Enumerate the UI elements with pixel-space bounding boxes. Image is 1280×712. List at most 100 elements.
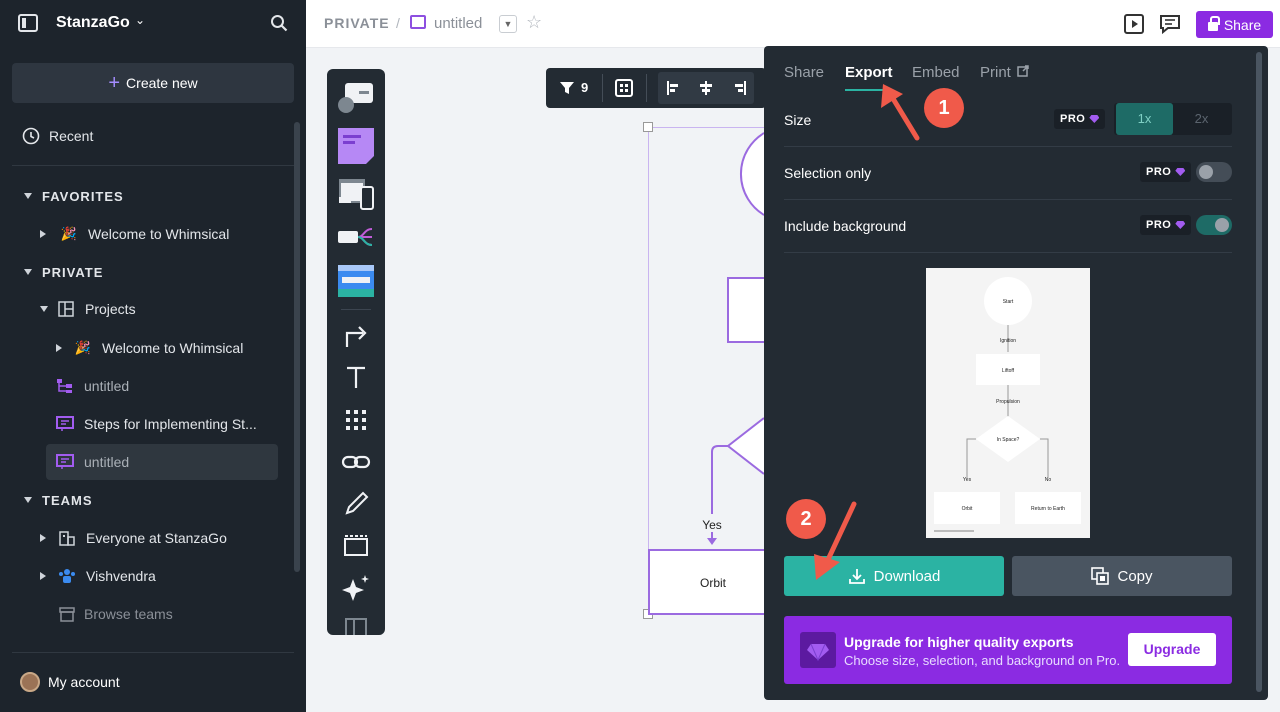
sidebar-item-everyone[interactable]: Everyone at StanzaGo [40, 526, 227, 550]
download-label: Download [873, 567, 941, 585]
align-left-icon[interactable] [666, 80, 682, 96]
section-private[interactable]: PRIVATE [24, 260, 103, 284]
include-background-toggle[interactable] [1196, 215, 1232, 235]
sidebar-item-vishvendra[interactable]: Vishvendra [40, 564, 156, 588]
tab-print[interactable]: Print [980, 64, 1029, 81]
create-new-button[interactable]: + Create new [12, 63, 294, 103]
search-icon[interactable] [270, 14, 288, 32]
upgrade-button[interactable]: Upgrade [1128, 633, 1216, 666]
sidebar-item-label: Browse teams [84, 606, 173, 622]
section-favorites[interactable]: FAVORITES [24, 184, 124, 208]
tab-print-label: Print [980, 64, 1011, 81]
size-option-1x[interactable]: 1x [1116, 103, 1173, 135]
sidebar-item-label: untitled [84, 454, 130, 470]
gem-icon [1089, 115, 1100, 123]
sidebar: StanzaGo ⌄ + Create new Recent FAVORITES… [0, 0, 306, 712]
present-icon[interactable] [1123, 13, 1145, 35]
connector-tool-icon[interactable] [337, 317, 375, 355]
section-teams[interactable]: TEAMS [24, 488, 93, 512]
pro-badge: PRO [1140, 215, 1192, 235]
breadcrumb-separator: / [396, 15, 400, 31]
sidebar-item-projects[interactable]: Projects [40, 297, 136, 321]
sticky-note-tool-icon[interactable] [337, 127, 375, 165]
tab-embed[interactable]: Embed [912, 64, 960, 81]
sidebar-item-label: Projects [85, 301, 136, 317]
flowchart-shapes[interactable] [640, 110, 770, 620]
sidebar-item-label: Recent [49, 128, 94, 144]
caret-right-icon [40, 572, 46, 580]
flowchart-icon [57, 379, 72, 393]
sidebar-item-recent[interactable]: Recent [22, 124, 93, 148]
sidebar-toggle-icon[interactable] [18, 14, 38, 32]
gem-icon [800, 632, 836, 668]
star-icon[interactable]: ☆ [526, 12, 542, 33]
group-icon[interactable] [615, 79, 633, 97]
divider [602, 74, 603, 102]
wireframe-tool-icon[interactable] [337, 175, 375, 213]
pro-badge: PRO [1140, 162, 1192, 182]
divider [646, 74, 647, 102]
board-icon [56, 454, 74, 469]
sparkle-ai-icon[interactable] [337, 569, 375, 607]
share-button[interactable]: Share [1196, 11, 1273, 38]
pen-tool-icon[interactable] [337, 485, 375, 523]
frame-tool-icon[interactable] [337, 527, 375, 565]
caret-right-icon [40, 534, 46, 542]
sidebar-header: StanzaGo ⌄ [0, 0, 306, 48]
filter-icon[interactable] [559, 80, 575, 96]
mindmap-tool-icon[interactable] [337, 219, 375, 257]
sidebar-item-welcome[interactable]: 🎉 Welcome to Whimsical [56, 336, 243, 360]
my-account[interactable]: My account [20, 672, 120, 692]
divider [341, 309, 371, 310]
preview-yes: Yes [963, 477, 972, 483]
sidebar-item-untitled-flow[interactable]: untitled [56, 374, 129, 398]
align-center-icon[interactable] [698, 80, 714, 96]
annotation-badge-2: 2 [786, 499, 826, 539]
sidebar-scrollbar[interactable] [294, 122, 300, 572]
folder-grid-icon [58, 301, 74, 317]
panel-scrollbar[interactable] [1256, 52, 1262, 692]
size-segmented-control: 1x 2x [1114, 103, 1232, 135]
shapes-tool-icon[interactable] [337, 81, 375, 119]
export-preview: Start Ignition Liftoff Propulsion In Spa… [926, 268, 1090, 538]
breadcrumb[interactable]: PRIVATE [324, 15, 390, 31]
edge-label-yes: Yes [696, 518, 728, 532]
preview-start: Start [1003, 299, 1014, 305]
doc-menu-dropdown[interactable]: ▼ [499, 15, 517, 33]
archive-icon [59, 607, 75, 622]
chevron-down-icon[interactable]: ⌄ [135, 13, 145, 27]
selection-only-toggle[interactable] [1196, 162, 1232, 182]
gem-icon [1175, 221, 1186, 229]
text-tool-icon[interactable] [337, 359, 375, 397]
sidebar-item-untitled-board[interactable]: untitled [56, 450, 129, 474]
section-label: PRIVATE [42, 264, 104, 280]
sidebar-item-steps[interactable]: Steps for Implementing St... [56, 412, 257, 436]
sidebar-item-label: Welcome to Whimsical [88, 226, 230, 242]
party-popper-icon: 🎉 [60, 226, 78, 241]
copy-icon [1091, 567, 1110, 585]
sidebar-item-welcome-fav[interactable]: 🎉 Welcome to Whimsical [40, 222, 229, 246]
upgrade-subtitle: Choose size, selection, and background o… [844, 653, 1121, 668]
link-tool-icon[interactable] [337, 443, 375, 481]
tab-share[interactable]: Share [784, 64, 824, 81]
create-new-label: Create new [126, 75, 198, 91]
doc-tool-icon[interactable] [337, 263, 375, 301]
document-title[interactable]: untitled [434, 15, 482, 32]
workspace-name[interactable]: StanzaGo [56, 14, 130, 32]
grid-tool-icon[interactable] [337, 401, 375, 439]
board-icon [410, 15, 426, 29]
preview-orbit: Orbit [962, 506, 973, 512]
align-right-icon[interactable] [731, 80, 747, 96]
comment-icon[interactable] [1159, 13, 1181, 35]
tab-export[interactable]: Export [845, 64, 893, 81]
sidebar-item-browse-teams[interactable]: Browse teams [58, 602, 173, 626]
size-option-2x[interactable]: 2x [1173, 103, 1230, 135]
preview-in-space: In Space? [997, 437, 1020, 443]
layout-tool-icon[interactable] [337, 611, 375, 635]
filter-count: 9 [581, 80, 589, 95]
section-label: TEAMS [42, 492, 93, 508]
party-popper-icon: 🎉 [74, 340, 92, 355]
copy-button[interactable]: Copy [1012, 556, 1232, 596]
preview-flowchart: Start Ignition Liftoff Propulsion In Spa… [934, 277, 1081, 532]
preview-ignition: Ignition [1000, 338, 1016, 344]
